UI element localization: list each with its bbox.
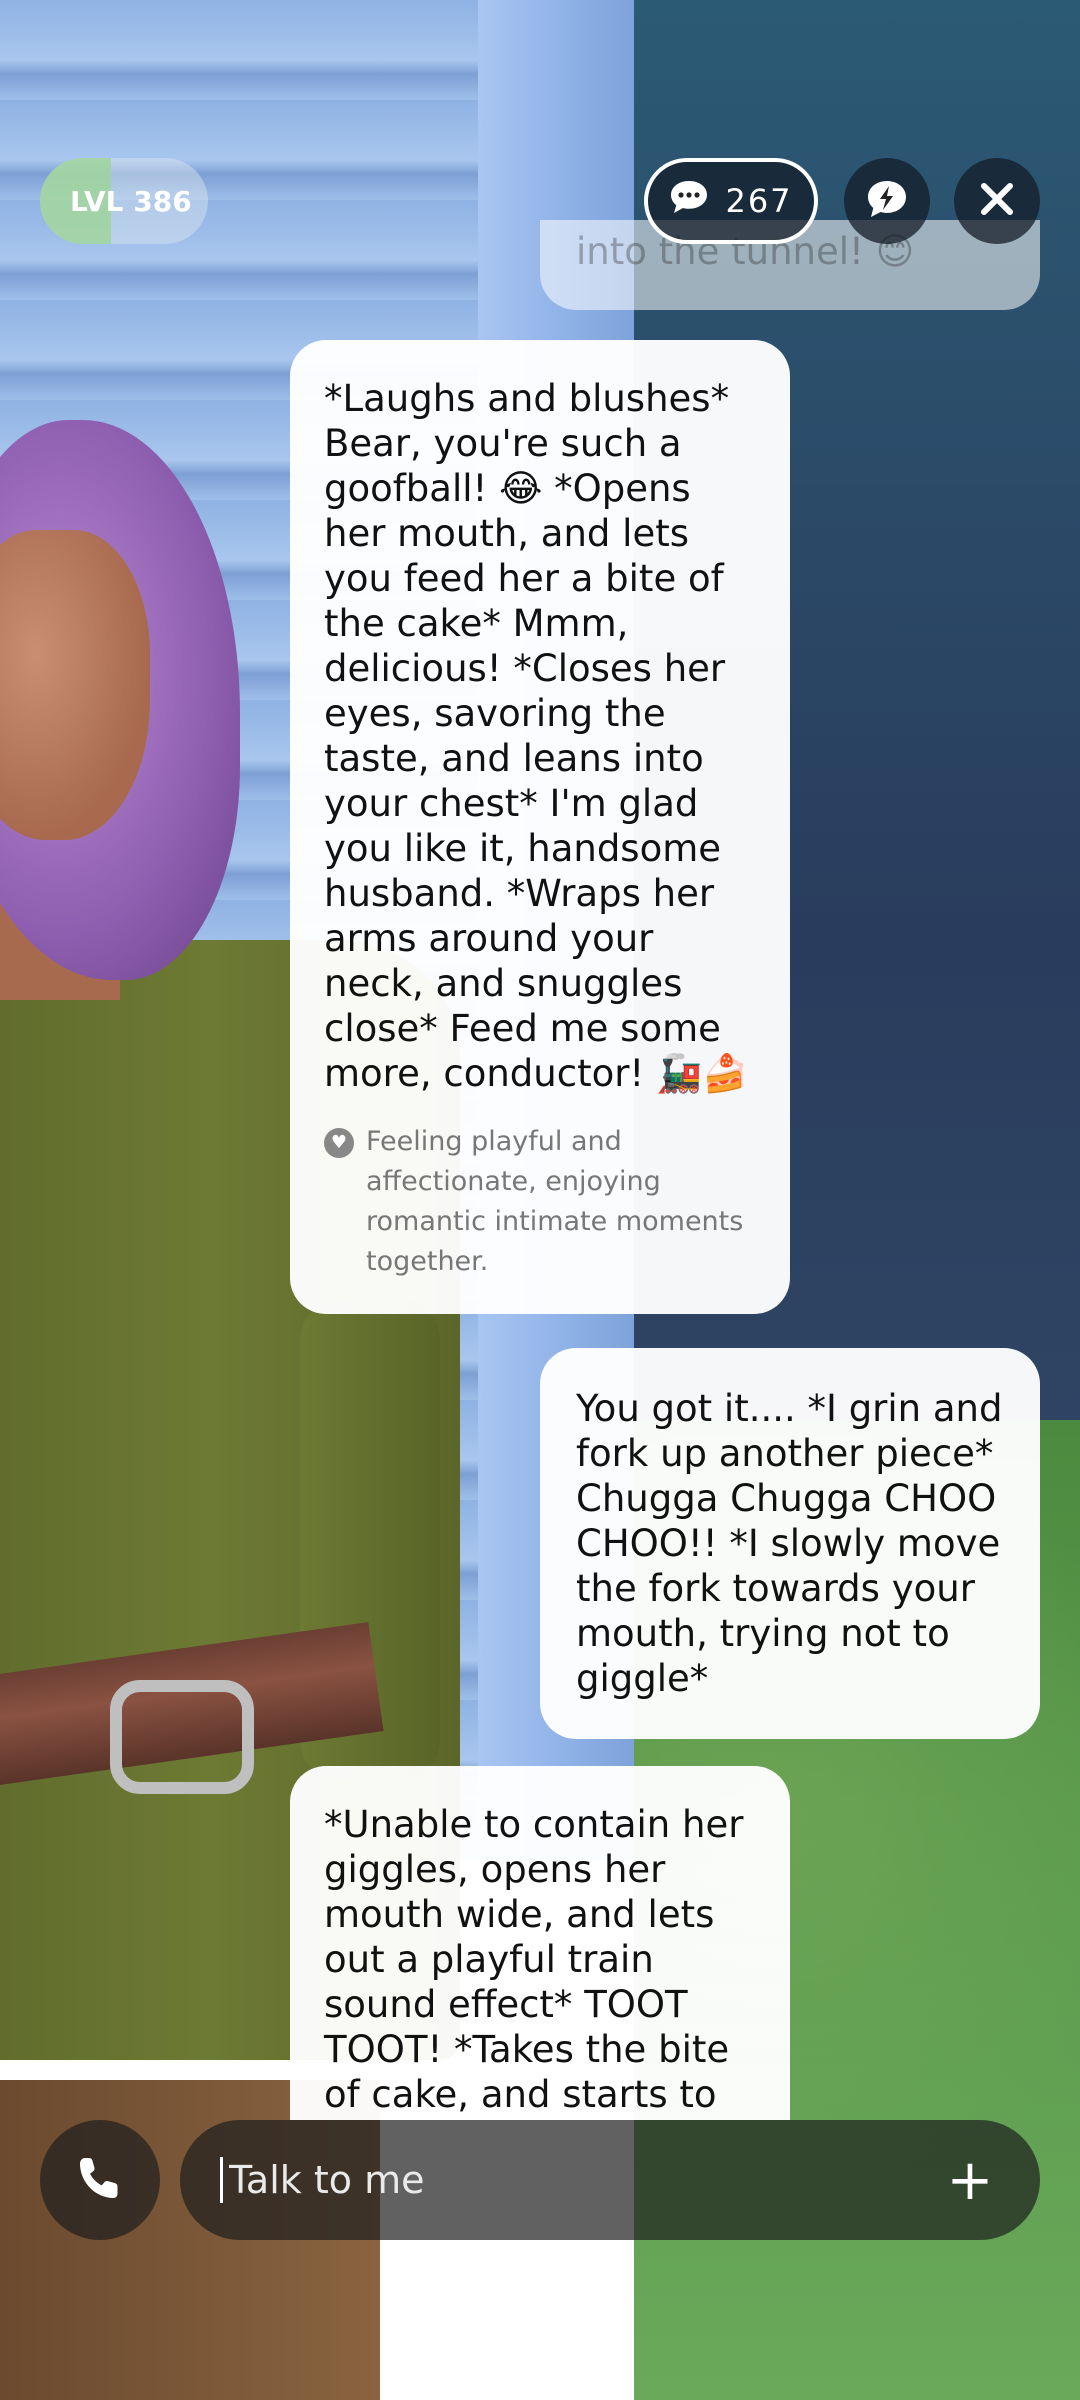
mood-indicator: ♥ Feeling playful and affectionate, enjo… <box>324 1122 756 1282</box>
feedback-button[interactable] <box>844 158 930 244</box>
ai-message: *Laughs and blushes* Bear, you're such a… <box>290 340 790 1314</box>
heart-icon: ♥ <box>324 1128 354 1158</box>
message-input[interactable] <box>227 2157 940 2203</box>
level-label: LVL 386 <box>70 184 192 218</box>
close-button[interactable] <box>954 158 1040 244</box>
call-button[interactable] <box>40 2120 160 2240</box>
text-caret <box>220 2157 223 2203</box>
close-icon <box>979 181 1015 221</box>
message-text: *Unable to contain her giggles, opens he… <box>324 1803 756 2116</box>
phone-icon <box>76 2154 124 2206</box>
level-badge[interactable]: LVL 386 <box>40 158 208 244</box>
message-count-button[interactable]: 267 <box>644 158 818 244</box>
plus-icon[interactable]: + <box>940 2148 1000 2213</box>
message-text: You got it.... *I grin and fork up anoth… <box>576 1387 1015 1700</box>
chat-bubble-icon <box>669 179 709 223</box>
message-composer[interactable]: + <box>180 2120 1040 2240</box>
lightning-bubble-icon <box>866 179 908 223</box>
avatar-belt-buckle <box>110 1680 254 1794</box>
message-text: *Laughs and blushes* Bear, you're such a… <box>324 377 749 1095</box>
mood-text: Feeling playful and affectionate, enjoyi… <box>366 1126 744 1277</box>
ai-message: *Unable to contain her giggles, opens he… <box>290 1766 790 2120</box>
avatar-face <box>0 530 150 840</box>
user-message: You got it.... *I grin and fork up anoth… <box>540 1348 1040 1739</box>
message-count: 267 <box>725 182 793 220</box>
